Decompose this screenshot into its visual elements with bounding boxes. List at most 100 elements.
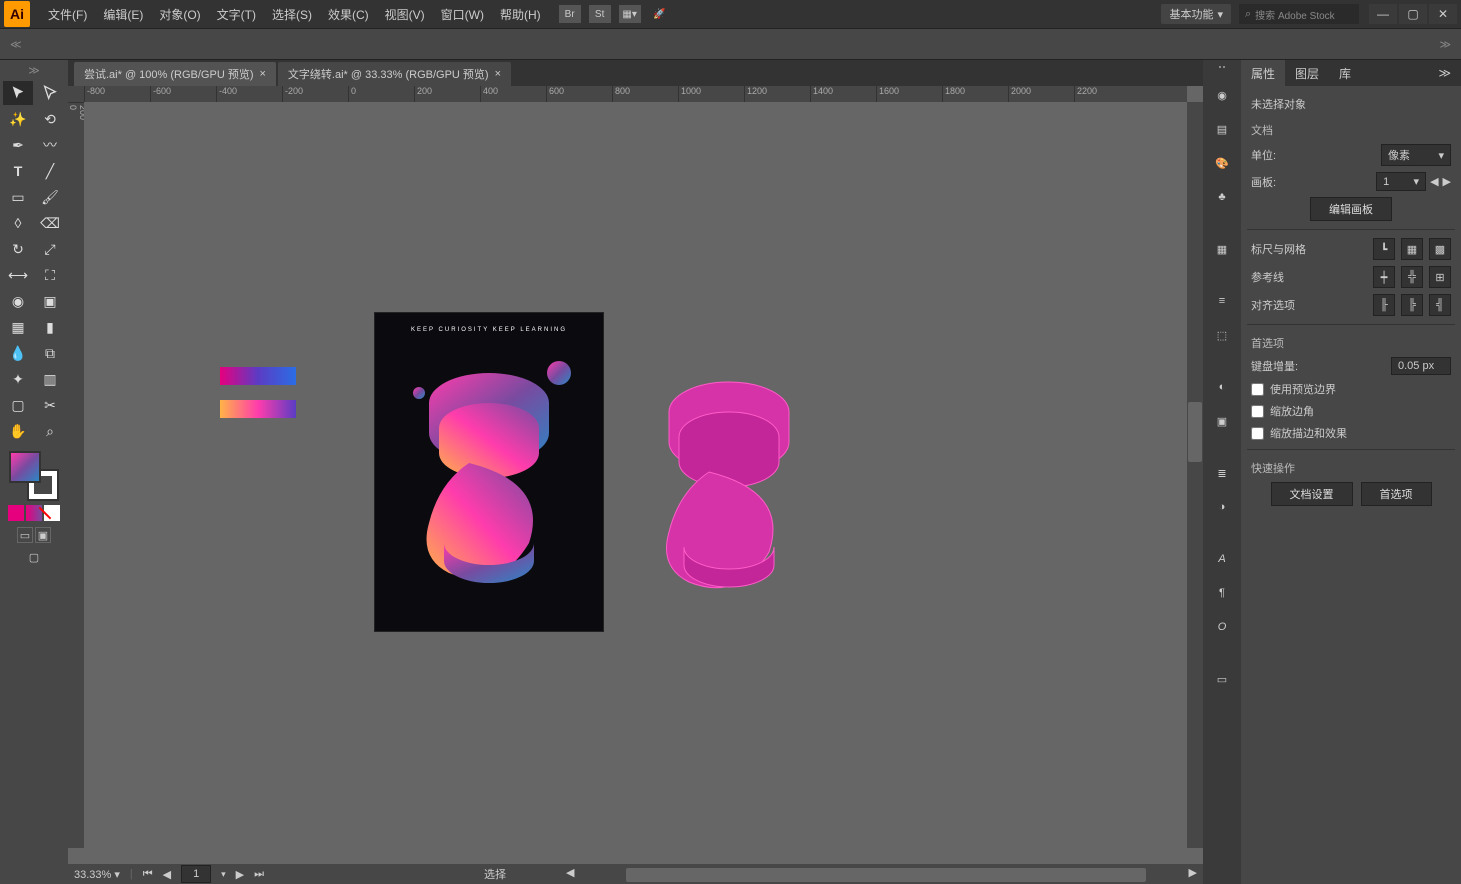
- menu-view[interactable]: 视图(V): [377, 0, 433, 28]
- strip-expand-icon[interactable]: [1207, 66, 1237, 72]
- canvas[interactable]: -800-600-400-200020040060080010001200140…: [68, 86, 1203, 864]
- tab-close-icon[interactable]: ×: [259, 68, 265, 80]
- menu-type[interactable]: 文字(T): [209, 0, 264, 28]
- fill-swatch[interactable]: [9, 451, 41, 483]
- preferences-button[interactable]: 首选项: [1361, 482, 1432, 506]
- scale-strokes-checkbox[interactable]: [1251, 427, 1264, 440]
- hscroll-right[interactable]: ▶: [1189, 866, 1197, 879]
- menu-object[interactable]: 对象(O): [151, 0, 208, 28]
- smart-guides-icon[interactable]: ⊞: [1429, 266, 1451, 288]
- guides-lock-icon[interactable]: ╬: [1401, 266, 1423, 288]
- artboard-dropdown[interactable]: 1▾: [1376, 172, 1426, 191]
- panel-collapse-icon[interactable]: ≫: [1428, 60, 1461, 86]
- scrollbar-thumb[interactable]: [1188, 402, 1202, 462]
- control-left-collapse[interactable]: ≪: [10, 38, 22, 51]
- workspace-switcher[interactable]: 基本功能▾: [1161, 4, 1231, 24]
- free-transform-tool[interactable]: ⛶: [35, 263, 65, 287]
- ruler-vertical[interactable]: 02004006008001000120014001600: [68, 102, 84, 848]
- menu-help[interactable]: 帮助(H): [492, 0, 549, 28]
- units-dropdown[interactable]: 像素▾: [1381, 144, 1451, 166]
- lasso-tool[interactable]: ⟲: [35, 107, 65, 131]
- align-key-icon[interactable]: ╠: [1401, 294, 1423, 316]
- align-artboard-icon[interactable]: ╣: [1429, 294, 1451, 316]
- selection-tool[interactable]: [3, 81, 33, 105]
- pen-tool[interactable]: ✒: [3, 133, 33, 157]
- artboard-number[interactable]: 1: [181, 865, 211, 883]
- type-tool[interactable]: T: [3, 159, 33, 183]
- gradient-panel-icon[interactable]: ▭: [1207, 664, 1237, 694]
- artboard-next-icon[interactable]: ▶: [1443, 175, 1451, 188]
- artboard-prev-icon[interactable]: ◀: [1430, 175, 1438, 188]
- gradient-swatch-1[interactable]: [220, 367, 296, 385]
- color-mode-solid[interactable]: [8, 505, 24, 521]
- horizontal-scrollbar[interactable]: [586, 867, 1177, 881]
- slice-tool[interactable]: ✂: [35, 393, 65, 417]
- stroke-panel-icon[interactable]: ▦: [1207, 234, 1237, 264]
- direct-selection-tool[interactable]: [35, 81, 65, 105]
- blend-tool[interactable]: ⧉: [35, 341, 65, 365]
- menu-edit[interactable]: 编辑(E): [95, 0, 151, 28]
- hand-tool[interactable]: ✋: [3, 419, 33, 443]
- scrollbar-thumb[interactable]: [626, 868, 1146, 882]
- screen-mode-full[interactable]: ▣: [35, 527, 51, 543]
- bridge-icon[interactable]: Br: [559, 5, 581, 23]
- hscroll-left[interactable]: ◀: [566, 866, 574, 879]
- document-setup-button[interactable]: 文档设置: [1271, 482, 1353, 506]
- rectangle-tool[interactable]: ▭: [3, 185, 33, 209]
- ruler-origin[interactable]: [68, 86, 84, 102]
- gradient-swatch-2[interactable]: [220, 400, 296, 418]
- tab-properties[interactable]: 属性: [1241, 60, 1285, 86]
- menu-file[interactable]: 文件(F): [40, 0, 95, 28]
- symbol-sprayer-tool[interactable]: ✦: [3, 367, 33, 391]
- asset-export-icon[interactable]: ◑: [1207, 492, 1237, 522]
- minimize-button[interactable]: —: [1369, 4, 1397, 24]
- line-tool[interactable]: ╱: [35, 159, 65, 183]
- paintbrush-tool[interactable]: 🖌: [35, 185, 65, 209]
- off-artboard-shape[interactable]: [624, 372, 834, 592]
- stock-icon[interactable]: St: [589, 5, 611, 23]
- control-right-collapse[interactable]: ≫: [1439, 38, 1451, 51]
- search-input[interactable]: ⌕ 搜索 Adobe Stock: [1239, 4, 1359, 24]
- shaper-tool[interactable]: ◊: [3, 211, 33, 235]
- preview-bounds-checkbox[interactable]: [1251, 383, 1264, 396]
- tab-libraries[interactable]: 库: [1329, 60, 1361, 86]
- zoom-level[interactable]: 33.33% ▾: [74, 868, 120, 881]
- color-panel-icon[interactable]: ◉: [1207, 80, 1237, 110]
- ruler-horizontal[interactable]: -800-600-400-200020040060080010001200140…: [84, 86, 1187, 102]
- arrange-docs-icon[interactable]: ▦▾: [619, 5, 641, 23]
- eyedropper-tool[interactable]: 💧: [3, 341, 33, 365]
- width-tool[interactable]: ⟷: [3, 263, 33, 287]
- tab-doc-2[interactable]: 文字绕转.ai* @ 33.33% (RGB/GPU 预览) ×: [278, 62, 511, 86]
- menu-select[interactable]: 选择(S): [264, 0, 320, 28]
- ruler-toggle-icon[interactable]: ┗: [1373, 238, 1395, 260]
- nav-first[interactable]: ⏮: [143, 868, 153, 881]
- rotate-tool[interactable]: ↻: [3, 237, 33, 261]
- maximize-button[interactable]: ▢: [1399, 4, 1427, 24]
- swatches-panel-icon[interactable]: 🎨: [1207, 148, 1237, 178]
- nav-last[interactable]: ⏭: [254, 868, 264, 881]
- edit-artboard-button[interactable]: 编辑画板: [1310, 197, 1392, 221]
- close-button[interactable]: ✕: [1429, 4, 1457, 24]
- graphic-styles-icon[interactable]: ▣: [1207, 406, 1237, 436]
- gradient-tool[interactable]: ▮: [35, 315, 65, 339]
- menu-window[interactable]: 窗口(W): [433, 0, 492, 28]
- artboard-tool[interactable]: ▢: [3, 393, 33, 417]
- appearance-panel-icon[interactable]: ◐: [1207, 372, 1237, 402]
- guides-visibility-icon[interactable]: ┿: [1373, 266, 1395, 288]
- eraser-tool[interactable]: ⌫: [35, 211, 65, 235]
- transparency-grid-icon[interactable]: ▩: [1429, 238, 1451, 260]
- shape-builder-tool[interactable]: ◉: [3, 289, 33, 313]
- nav-prev[interactable]: ◀: [163, 868, 171, 881]
- align-panel-icon[interactable]: ≡: [1207, 286, 1237, 316]
- screen-mode-normal[interactable]: ▭: [17, 527, 33, 543]
- transform-panel-icon[interactable]: ⬚: [1207, 320, 1237, 350]
- tab-layers[interactable]: 图层: [1285, 60, 1329, 86]
- perspective-tool[interactable]: ▣: [35, 289, 65, 313]
- zoom-tool[interactable]: ⌕: [35, 419, 65, 443]
- scale-tool[interactable]: ⤢: [35, 237, 65, 261]
- toolbar-handle[interactable]: ≫: [28, 64, 40, 77]
- vertical-scrollbar[interactable]: [1187, 102, 1203, 848]
- layers-panel-icon[interactable]: ≣: [1207, 458, 1237, 488]
- tab-close-icon[interactable]: ×: [495, 68, 501, 80]
- graph-tool[interactable]: ▥: [35, 367, 65, 391]
